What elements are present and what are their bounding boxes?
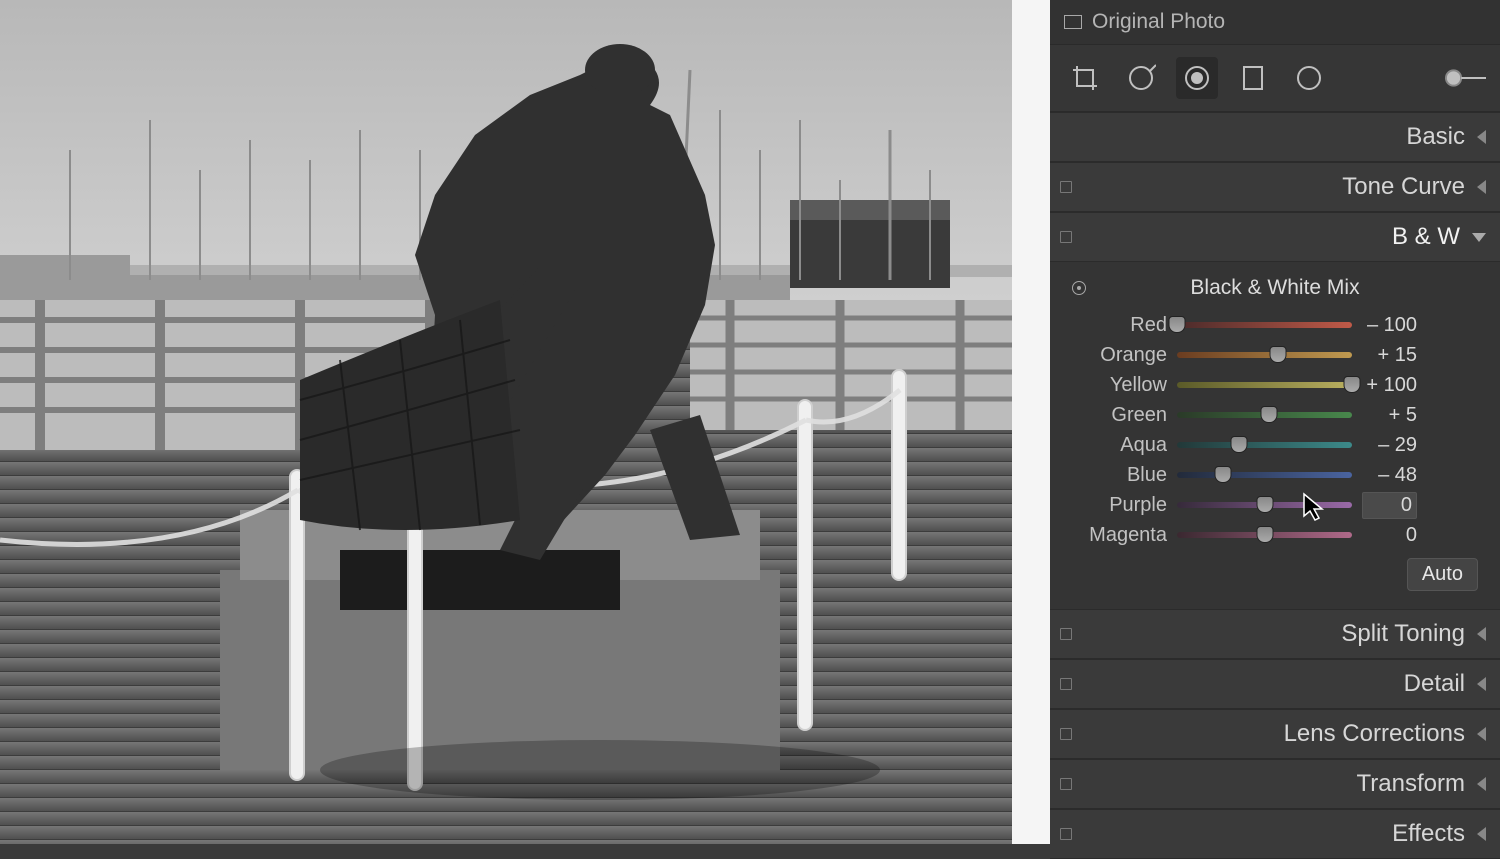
- bw-slider-orange: Orange + 15: [1072, 340, 1478, 370]
- panel-bw[interactable]: B & W: [1050, 212, 1500, 262]
- adjustment-brush-tool[interactable]: [1444, 57, 1486, 99]
- panel-basic[interactable]: Basic: [1050, 112, 1500, 162]
- slider-thumb[interactable]: [1344, 376, 1361, 393]
- slider-label: Green: [1072, 404, 1167, 427]
- slider-track[interactable]: [1177, 346, 1352, 364]
- panel-toggle-icon[interactable]: [1060, 778, 1072, 790]
- slider-track[interactable]: [1177, 316, 1352, 334]
- photo-preview: [0, 0, 1012, 844]
- chevron-left-icon: [1477, 777, 1486, 791]
- slider-value[interactable]: – 100: [1362, 314, 1417, 337]
- slider-label: Purple: [1072, 494, 1167, 517]
- slider-track[interactable]: [1177, 496, 1352, 514]
- slider-value[interactable]: 0: [1362, 524, 1417, 547]
- original-photo-label: Original Photo: [1092, 10, 1225, 34]
- panel-toggle-icon[interactable]: [1060, 181, 1072, 193]
- slider-thumb[interactable]: [1269, 346, 1286, 363]
- slider-label: Magenta: [1072, 524, 1167, 547]
- slider-thumb[interactable]: [1260, 406, 1277, 423]
- slider-value[interactable]: + 15: [1362, 344, 1417, 367]
- divider: [1012, 0, 1050, 844]
- bw-slider-magenta: Magenta 0: [1072, 520, 1478, 550]
- slider-track[interactable]: [1177, 406, 1352, 424]
- chevron-left-icon: [1477, 677, 1486, 691]
- panel-toggle-icon[interactable]: [1060, 678, 1072, 690]
- bw-slider-aqua: Aqua – 29: [1072, 430, 1478, 460]
- original-photo-icon: [1064, 15, 1082, 29]
- slider-track[interactable]: [1177, 436, 1352, 454]
- slider-label: Yellow: [1072, 374, 1167, 397]
- slider-track[interactable]: [1177, 376, 1352, 394]
- slider-thumb[interactable]: [1231, 436, 1248, 453]
- chevron-left-icon: [1477, 727, 1486, 741]
- bw-panel-title: Black & White Mix: [1072, 276, 1478, 300]
- slider-label: Blue: [1072, 464, 1167, 487]
- chevron-left-icon: [1477, 180, 1486, 194]
- tool-strip: [1050, 45, 1500, 112]
- panel-effects[interactable]: Effects: [1050, 809, 1500, 859]
- chevron-left-icon: [1477, 130, 1486, 144]
- slider-track[interactable]: [1177, 526, 1352, 544]
- bw-slider-red: Red – 100: [1072, 310, 1478, 340]
- chevron-left-icon: [1477, 627, 1486, 641]
- bw-slider-yellow: Yellow + 100: [1072, 370, 1478, 400]
- original-photo-header[interactable]: Original Photo: [1050, 0, 1500, 45]
- panel-toggle-icon[interactable]: [1060, 728, 1072, 740]
- panel-lens-corrections[interactable]: Lens Corrections: [1050, 709, 1500, 759]
- panel-toggle-icon[interactable]: [1060, 231, 1072, 243]
- chevron-down-icon: [1472, 233, 1486, 242]
- targeted-adjustment-icon[interactable]: [1072, 281, 1086, 295]
- slider-label: Red: [1072, 314, 1167, 337]
- bw-auto-button[interactable]: Auto: [1407, 558, 1478, 591]
- spot-removal-tool[interactable]: [1120, 57, 1162, 99]
- panel-tone-curve[interactable]: Tone Curve: [1050, 162, 1500, 212]
- slider-value[interactable]: – 48: [1362, 464, 1417, 487]
- bw-slider-blue: Blue – 48: [1072, 460, 1478, 490]
- graduated-filter-tool[interactable]: [1232, 57, 1274, 99]
- bw-slider-purple: Purple 0: [1072, 490, 1478, 520]
- slider-label: Orange: [1072, 344, 1167, 367]
- redeye-tool[interactable]: [1176, 57, 1218, 99]
- slider-value[interactable]: + 5: [1362, 404, 1417, 427]
- panel-toggle-icon[interactable]: [1060, 828, 1072, 840]
- slider-thumb[interactable]: [1256, 496, 1273, 513]
- slider-track[interactable]: [1177, 466, 1352, 484]
- panel-split-toning[interactable]: Split Toning: [1050, 609, 1500, 659]
- slider-value[interactable]: 0: [1362, 492, 1417, 519]
- slider-thumb[interactable]: [1169, 316, 1186, 333]
- slider-value[interactable]: – 29: [1362, 434, 1417, 457]
- slider-label: Aqua: [1072, 434, 1167, 457]
- crop-tool[interactable]: [1064, 57, 1106, 99]
- slider-thumb[interactable]: [1214, 466, 1231, 483]
- bw-panel-body: Black & White Mix Red – 100 Orange + 15 Yell…: [1050, 262, 1500, 609]
- develop-panel: Original Photo: [1050, 0, 1500, 844]
- slider-value[interactable]: + 100: [1362, 374, 1417, 397]
- chevron-left-icon: [1477, 827, 1486, 841]
- slider-thumb[interactable]: [1256, 526, 1273, 543]
- bw-slider-green: Green + 5: [1072, 400, 1478, 430]
- panel-toggle-icon[interactable]: [1060, 628, 1072, 640]
- panel-transform[interactable]: Transform: [1050, 759, 1500, 809]
- panel-detail[interactable]: Detail: [1050, 659, 1500, 709]
- radial-filter-tool[interactable]: [1288, 57, 1330, 99]
